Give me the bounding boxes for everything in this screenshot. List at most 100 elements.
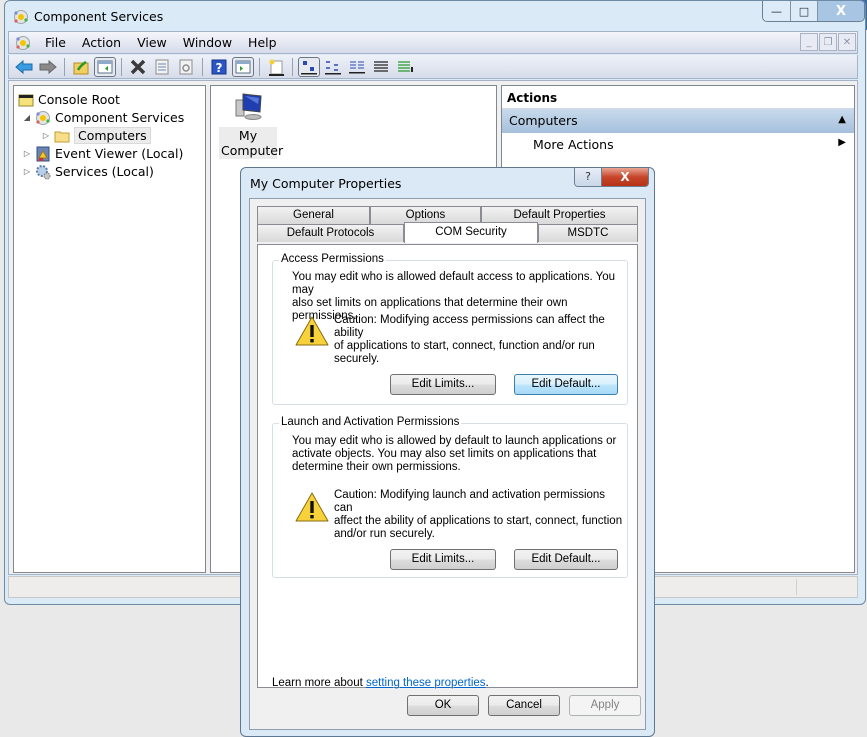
help-icon: ? [211,59,227,75]
com-security-panel: Access Permissions You may edit who is a… [257,244,638,689]
menu-window[interactable]: Window [175,35,240,50]
close-button[interactable]: X [818,1,864,21]
cancel-button[interactable]: Cancel [488,695,560,716]
small-icons-view-button[interactable] [322,57,344,77]
ok-button[interactable]: OK [407,695,479,716]
mdi-buttons: _ ❐ ✕ [800,33,856,51]
component-services-icon[interactable] [15,35,31,51]
tree-item-label: Computers [74,127,151,144]
refresh-button[interactable] [175,57,197,77]
tree-item-label: Component Services [55,110,185,125]
tab-default-protocols[interactable]: Default Protocols [257,224,404,242]
properties-button[interactable] [151,57,173,77]
caution-line: securely. [334,353,380,365]
refresh-icon [179,59,193,74]
help-button[interactable]: ? [208,57,230,77]
caution-line: affect the ability of applications to st… [334,515,623,527]
tree-item-event-viewer[interactable]: ▷ Event Viewer (Local) [22,145,183,162]
configure-view-button[interactable] [394,57,416,77]
collapsed-arrow-icon[interactable]: ▷ [22,149,32,158]
console-tree: Console Root ◢ Component Services ▷ Comp… [13,85,206,573]
large-icons-view-button[interactable] [298,56,320,77]
collapse-up-icon[interactable]: ▲ [838,114,846,125]
new-button[interactable] [265,57,287,77]
caution-line: Caution: Modifying access permissions ca… [334,314,605,339]
warning-icon [295,492,329,522]
menu-file[interactable]: File [37,35,74,50]
my-computer-item[interactable]: My Computer [219,90,284,159]
maximize-button[interactable]: □ [791,1,818,21]
detail-icon [374,60,388,72]
group-title: Access Permissions [279,253,386,265]
dialog-close-button[interactable]: X [602,168,648,186]
description-line: activate objects. You may also set limit… [292,448,597,460]
my-computer-label: My Computer [219,127,284,159]
tree-item-component-services[interactable]: ◢ Component Services [22,109,184,126]
setting-properties-link[interactable]: setting these properties [366,677,486,689]
delete-button[interactable] [127,57,149,77]
more-actions-label: More Actions [533,137,614,152]
expanded-arrow-icon[interactable]: ◢ [22,113,32,122]
show-hide-action-pane-button[interactable] [232,56,254,77]
dialog-caption-buttons: ? X [574,168,649,187]
toolbar-separator [259,57,260,76]
new-document-icon [269,59,284,76]
access-edit-default-button[interactable]: Edit Default... [514,374,618,395]
console-tree-icon [97,60,113,73]
collapsed-arrow-icon[interactable]: ▷ [41,131,51,140]
access-caution: Caution: Modifying access permissions ca… [334,314,624,366]
back-button[interactable] [13,57,35,77]
tab-msdtc[interactable]: MSDTC [538,224,638,242]
access-permissions-group: Access Permissions You may edit who is a… [272,253,628,405]
dialog-help-button[interactable]: ? [575,168,602,186]
show-hide-console-tree-button[interactable] [94,56,116,77]
menu-view[interactable]: View [129,35,175,50]
minimize-button[interactable]: — [763,1,791,21]
computer-icon [235,93,262,120]
actions-group-computers[interactable]: Computers ▲ [502,109,854,133]
mdi-close-button[interactable]: ✕ [838,33,856,51]
actions-group-label: Computers [509,113,578,128]
launch-edit-limits-button[interactable]: Edit Limits... [390,549,496,570]
tree-item-console-root[interactable]: Console Root [18,91,120,108]
up-folder-button[interactable] [70,57,92,77]
back-arrow-icon [15,59,33,74]
caution-line: and/or run securely. [334,528,435,540]
title-bar: Component Services — □ X [5,1,865,31]
collapsed-arrow-icon[interactable]: ▷ [22,167,32,176]
mdi-minimize-button[interactable]: _ [800,33,818,51]
event-viewer-icon [36,146,50,161]
properties-dialog: My Computer Properties ? X General Optio… [240,167,655,737]
detail-view-button[interactable] [370,57,392,77]
list-view-button[interactable] [346,57,368,77]
menu-action[interactable]: Action [74,35,129,50]
toolbar-separator [292,57,293,76]
access-edit-limits-button[interactable]: Edit Limits... [390,374,496,395]
tree-item-computers[interactable]: ▷ Computers [41,127,151,144]
small-icons-icon [325,60,341,74]
menu-help[interactable]: Help [240,35,285,50]
forward-button[interactable] [37,57,59,77]
more-actions-item[interactable]: More Actions ▶ [502,133,854,157]
launch-caution: Caution: Modifying launch and activation… [334,489,624,541]
folder-icon [54,131,70,142]
delete-icon [130,59,146,74]
learn-more-suffix: . [485,677,489,689]
action-pane-icon [235,60,251,73]
toolbar: ? [8,55,858,79]
warning-icon [295,316,329,346]
dialog-title: My Computer Properties [250,176,402,191]
toolbar-separator [121,57,122,76]
tab-com-security[interactable]: COM Security [404,222,538,243]
tree-item-services[interactable]: ▷ Services (Local) [22,163,154,180]
group-title: Launch and Activation Permissions [279,416,462,428]
services-gear-icon [36,164,51,179]
launch-edit-default-button[interactable]: Edit Default... [514,549,618,570]
tab-general[interactable]: General [257,206,370,224]
mdi-restore-button[interactable]: ❐ [819,33,837,51]
apply-button[interactable]: Apply [569,695,641,716]
caption-buttons: — □ X [762,1,865,22]
list-icon [349,61,365,73]
launch-description: You may edit who is allowed by default t… [292,435,622,474]
large-icons-icon [301,60,317,74]
